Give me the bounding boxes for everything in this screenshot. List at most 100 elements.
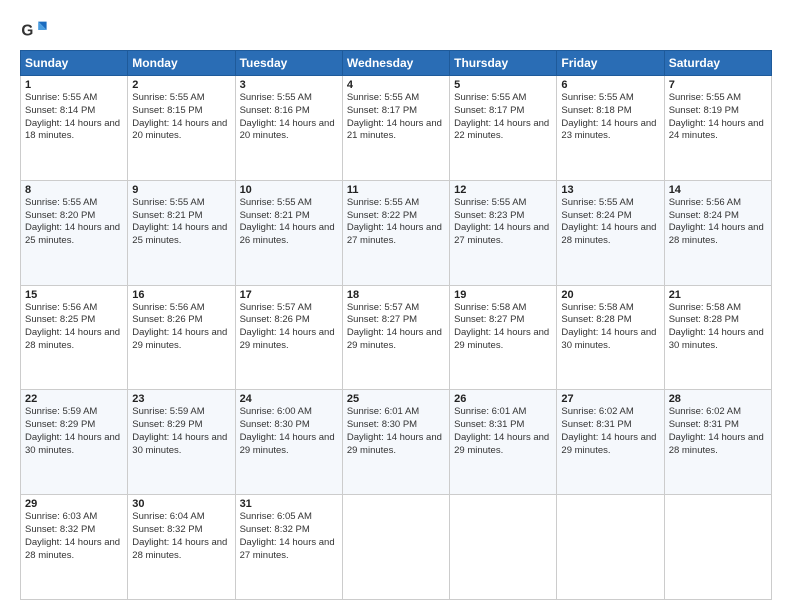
cell-info: Sunrise: 6:01 AMSunset: 8:31 PMDaylight:… <box>454 406 552 457</box>
calendar-row-4: 29Sunrise: 6:03 AMSunset: 8:32 PMDayligh… <box>21 495 772 600</box>
calendar-header-row: SundayMondayTuesdayWednesdayThursdayFrid… <box>21 51 772 76</box>
day-number: 22 <box>25 393 123 405</box>
day-header-friday: Friday <box>557 51 664 76</box>
day-number: 13 <box>561 184 659 196</box>
calendar-cell: 7Sunrise: 5:55 AMSunset: 8:19 PMDaylight… <box>664 76 771 181</box>
day-number: 9 <box>132 184 230 196</box>
cell-info: Sunrise: 5:57 AMSunset: 8:26 PMDaylight:… <box>240 302 338 353</box>
calendar-cell: 4Sunrise: 5:55 AMSunset: 8:17 PMDaylight… <box>342 76 449 181</box>
cell-info: Sunrise: 5:55 AMSunset: 8:16 PMDaylight:… <box>240 92 338 143</box>
cell-info: Sunrise: 5:55 AMSunset: 8:14 PMDaylight:… <box>25 92 123 143</box>
calendar-table: SundayMondayTuesdayWednesdayThursdayFrid… <box>20 50 772 600</box>
cell-info: Sunrise: 5:55 AMSunset: 8:15 PMDaylight:… <box>132 92 230 143</box>
day-number: 10 <box>240 184 338 196</box>
calendar-cell: 1Sunrise: 5:55 AMSunset: 8:14 PMDaylight… <box>21 76 128 181</box>
day-number: 19 <box>454 289 552 301</box>
calendar-row-1: 8Sunrise: 5:55 AMSunset: 8:20 PMDaylight… <box>21 180 772 285</box>
day-number: 1 <box>25 79 123 91</box>
cell-info: Sunrise: 5:55 AMSunset: 8:23 PMDaylight:… <box>454 197 552 248</box>
day-number: 15 <box>25 289 123 301</box>
calendar-cell: 24Sunrise: 6:00 AMSunset: 8:30 PMDayligh… <box>235 390 342 495</box>
calendar-cell <box>664 495 771 600</box>
day-number: 11 <box>347 184 445 196</box>
calendar-cell: 2Sunrise: 5:55 AMSunset: 8:15 PMDaylight… <box>128 76 235 181</box>
day-number: 5 <box>454 79 552 91</box>
day-number: 23 <box>132 393 230 405</box>
day-header-thursday: Thursday <box>450 51 557 76</box>
cell-info: Sunrise: 5:56 AMSunset: 8:26 PMDaylight:… <box>132 302 230 353</box>
calendar-cell: 11Sunrise: 5:55 AMSunset: 8:22 PMDayligh… <box>342 180 449 285</box>
cell-info: Sunrise: 6:03 AMSunset: 8:32 PMDaylight:… <box>25 511 123 562</box>
day-number: 21 <box>669 289 767 301</box>
calendar-row-3: 22Sunrise: 5:59 AMSunset: 8:29 PMDayligh… <box>21 390 772 495</box>
cell-info: Sunrise: 5:59 AMSunset: 8:29 PMDaylight:… <box>132 406 230 457</box>
day-number: 12 <box>454 184 552 196</box>
cell-info: Sunrise: 5:55 AMSunset: 8:22 PMDaylight:… <box>347 197 445 248</box>
cell-info: Sunrise: 5:55 AMSunset: 8:20 PMDaylight:… <box>25 197 123 248</box>
day-header-sunday: Sunday <box>21 51 128 76</box>
day-number: 20 <box>561 289 659 301</box>
calendar-cell <box>342 495 449 600</box>
calendar-cell: 17Sunrise: 5:57 AMSunset: 8:26 PMDayligh… <box>235 285 342 390</box>
day-number: 8 <box>25 184 123 196</box>
day-number: 4 <box>347 79 445 91</box>
cell-info: Sunrise: 5:55 AMSunset: 8:17 PMDaylight:… <box>454 92 552 143</box>
cell-info: Sunrise: 6:00 AMSunset: 8:30 PMDaylight:… <box>240 406 338 457</box>
day-number: 24 <box>240 393 338 405</box>
cell-info: Sunrise: 5:57 AMSunset: 8:27 PMDaylight:… <box>347 302 445 353</box>
cell-info: Sunrise: 5:55 AMSunset: 8:19 PMDaylight:… <box>669 92 767 143</box>
day-number: 16 <box>132 289 230 301</box>
logo: G <box>20 16 52 44</box>
day-number: 29 <box>25 498 123 510</box>
calendar-cell: 14Sunrise: 5:56 AMSunset: 8:24 PMDayligh… <box>664 180 771 285</box>
cell-info: Sunrise: 5:56 AMSunset: 8:25 PMDaylight:… <box>25 302 123 353</box>
day-number: 31 <box>240 498 338 510</box>
cell-info: Sunrise: 6:04 AMSunset: 8:32 PMDaylight:… <box>132 511 230 562</box>
calendar-cell: 8Sunrise: 5:55 AMSunset: 8:20 PMDaylight… <box>21 180 128 285</box>
calendar-cell: 21Sunrise: 5:58 AMSunset: 8:28 PMDayligh… <box>664 285 771 390</box>
day-number: 26 <box>454 393 552 405</box>
day-header-monday: Monday <box>128 51 235 76</box>
day-number: 6 <box>561 79 659 91</box>
calendar-cell: 20Sunrise: 5:58 AMSunset: 8:28 PMDayligh… <box>557 285 664 390</box>
cell-info: Sunrise: 5:58 AMSunset: 8:28 PMDaylight:… <box>561 302 659 353</box>
cell-info: Sunrise: 5:55 AMSunset: 8:24 PMDaylight:… <box>561 197 659 248</box>
calendar-cell: 3Sunrise: 5:55 AMSunset: 8:16 PMDaylight… <box>235 76 342 181</box>
svg-text:G: G <box>21 23 33 40</box>
calendar-cell: 28Sunrise: 6:02 AMSunset: 8:31 PMDayligh… <box>664 390 771 495</box>
cell-info: Sunrise: 5:55 AMSunset: 8:17 PMDaylight:… <box>347 92 445 143</box>
calendar-cell: 12Sunrise: 5:55 AMSunset: 8:23 PMDayligh… <box>450 180 557 285</box>
cell-info: Sunrise: 5:56 AMSunset: 8:24 PMDaylight:… <box>669 197 767 248</box>
calendar-row-2: 15Sunrise: 5:56 AMSunset: 8:25 PMDayligh… <box>21 285 772 390</box>
day-number: 30 <box>132 498 230 510</box>
cell-info: Sunrise: 5:58 AMSunset: 8:27 PMDaylight:… <box>454 302 552 353</box>
day-number: 14 <box>669 184 767 196</box>
day-number: 25 <box>347 393 445 405</box>
calendar-cell: 29Sunrise: 6:03 AMSunset: 8:32 PMDayligh… <box>21 495 128 600</box>
calendar-cell: 6Sunrise: 5:55 AMSunset: 8:18 PMDaylight… <box>557 76 664 181</box>
calendar-cell: 13Sunrise: 5:55 AMSunset: 8:24 PMDayligh… <box>557 180 664 285</box>
cell-info: Sunrise: 5:55 AMSunset: 8:18 PMDaylight:… <box>561 92 659 143</box>
calendar-cell: 25Sunrise: 6:01 AMSunset: 8:30 PMDayligh… <box>342 390 449 495</box>
calendar-cell: 26Sunrise: 6:01 AMSunset: 8:31 PMDayligh… <box>450 390 557 495</box>
calendar-cell: 31Sunrise: 6:05 AMSunset: 8:32 PMDayligh… <box>235 495 342 600</box>
calendar-cell: 30Sunrise: 6:04 AMSunset: 8:32 PMDayligh… <box>128 495 235 600</box>
day-header-saturday: Saturday <box>664 51 771 76</box>
day-number: 27 <box>561 393 659 405</box>
calendar-cell: 15Sunrise: 5:56 AMSunset: 8:25 PMDayligh… <box>21 285 128 390</box>
calendar-cell <box>557 495 664 600</box>
day-number: 28 <box>669 393 767 405</box>
calendar-cell: 5Sunrise: 5:55 AMSunset: 8:17 PMDaylight… <box>450 76 557 181</box>
logo-icon: G <box>20 16 48 44</box>
header: G <box>20 16 772 44</box>
calendar-cell: 23Sunrise: 5:59 AMSunset: 8:29 PMDayligh… <box>128 390 235 495</box>
cell-info: Sunrise: 5:59 AMSunset: 8:29 PMDaylight:… <box>25 406 123 457</box>
cell-info: Sunrise: 5:55 AMSunset: 8:21 PMDaylight:… <box>240 197 338 248</box>
calendar-cell: 16Sunrise: 5:56 AMSunset: 8:26 PMDayligh… <box>128 285 235 390</box>
cell-info: Sunrise: 6:02 AMSunset: 8:31 PMDaylight:… <box>669 406 767 457</box>
calendar-cell: 27Sunrise: 6:02 AMSunset: 8:31 PMDayligh… <box>557 390 664 495</box>
day-header-tuesday: Tuesday <box>235 51 342 76</box>
day-header-wednesday: Wednesday <box>342 51 449 76</box>
cell-info: Sunrise: 6:02 AMSunset: 8:31 PMDaylight:… <box>561 406 659 457</box>
day-number: 2 <box>132 79 230 91</box>
